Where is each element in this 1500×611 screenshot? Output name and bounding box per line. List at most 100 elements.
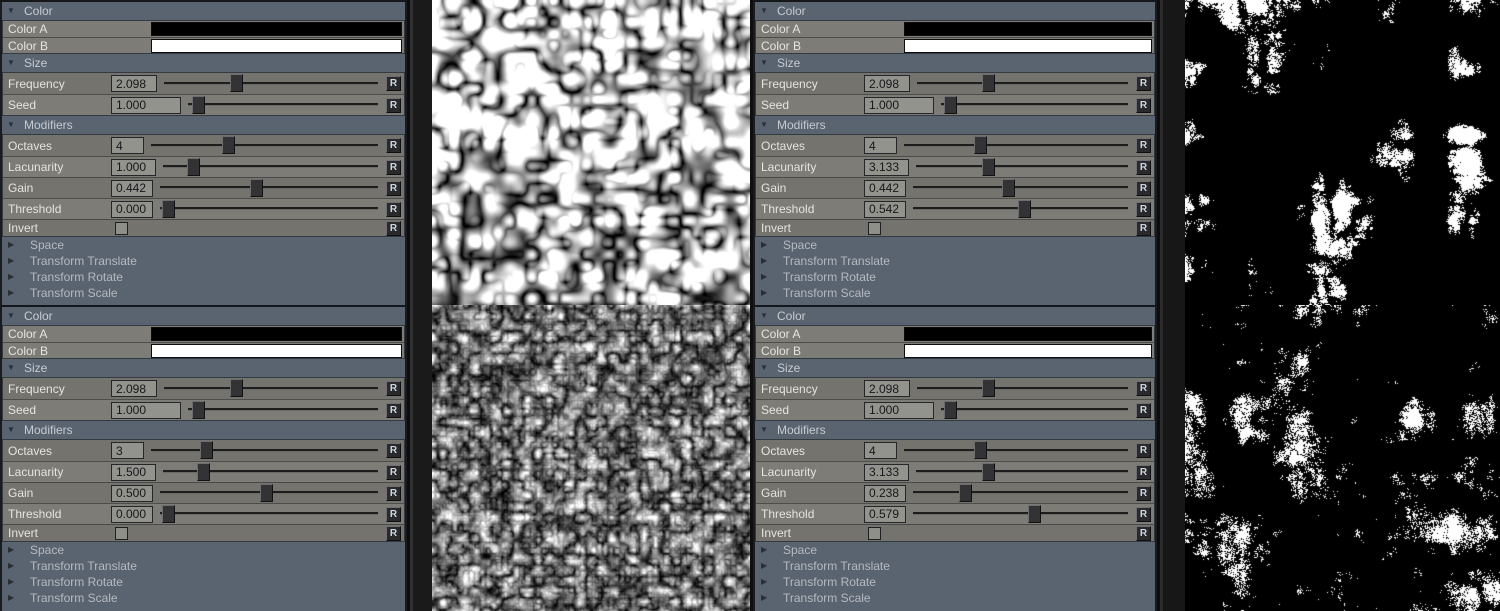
slider-thumb[interactable]: [1018, 200, 1031, 218]
reset-button[interactable]: R: [1136, 181, 1151, 196]
param-value-input[interactable]: 4: [864, 442, 897, 459]
param-slider[interactable]: [163, 157, 378, 177]
reset-button[interactable]: R: [1136, 381, 1151, 396]
slider-thumb[interactable]: [974, 136, 987, 154]
color-swatch[interactable]: [151, 39, 402, 53]
section-header-modifiers[interactable]: ▼Modifiers: [755, 116, 1155, 134]
column-splitter[interactable]: [1157, 0, 1185, 611]
section-header-color[interactable]: ▼Color: [2, 2, 405, 20]
section-header-size[interactable]: ▼Size: [755, 54, 1155, 72]
reset-button[interactable]: R: [386, 526, 401, 541]
param-value-input[interactable]: 3.133: [864, 464, 909, 481]
param-slider[interactable]: [164, 378, 378, 399]
reset-button[interactable]: R: [1136, 465, 1151, 480]
param-value-input[interactable]: 0.238: [864, 485, 906, 502]
param-slider[interactable]: [188, 95, 378, 115]
collapsed-section-transform-scale[interactable]: ▶Transform Scale: [2, 590, 405, 606]
param-value-input[interactable]: 1.000: [111, 402, 181, 419]
reset-button[interactable]: R: [386, 138, 401, 153]
reset-button[interactable]: R: [386, 403, 401, 418]
column-splitter[interactable]: [407, 0, 432, 611]
param-slider[interactable]: [917, 73, 1128, 94]
slider-thumb[interactable]: [187, 158, 200, 176]
reset-button[interactable]: R: [1136, 160, 1151, 175]
slider-thumb[interactable]: [982, 379, 995, 397]
param-value-input[interactable]: 0.442: [864, 180, 906, 197]
slider-thumb[interactable]: [944, 401, 957, 419]
param-slider[interactable]: [904, 135, 1128, 156]
collapsed-section-transform-rotate[interactable]: ▶Transform Rotate: [2, 574, 405, 590]
color-swatch[interactable]: [151, 327, 402, 341]
slider-thumb[interactable]: [197, 463, 210, 481]
slider-thumb[interactable]: [162, 200, 175, 218]
slider-thumb[interactable]: [982, 158, 995, 176]
param-slider[interactable]: [164, 73, 378, 94]
param-slider[interactable]: [160, 483, 378, 503]
param-slider[interactable]: [188, 400, 378, 420]
reset-button[interactable]: R: [1136, 486, 1151, 501]
slider-thumb[interactable]: [974, 441, 987, 459]
param-slider[interactable]: [151, 135, 378, 156]
param-value-input[interactable]: 0.542: [864, 201, 906, 218]
param-value-input[interactable]: 1.000: [111, 97, 181, 114]
section-header-modifiers[interactable]: ▼Modifiers: [755, 421, 1155, 439]
color-swatch[interactable]: [904, 22, 1152, 36]
section-header-color[interactable]: ▼Color: [755, 307, 1155, 325]
reset-button[interactable]: R: [386, 221, 401, 236]
reset-button[interactable]: R: [386, 443, 401, 458]
param-slider[interactable]: [916, 462, 1128, 482]
reset-button[interactable]: R: [386, 160, 401, 175]
collapsed-section-transform-rotate[interactable]: ▶Transform Rotate: [755, 269, 1155, 285]
slider-thumb[interactable]: [260, 484, 273, 502]
section-header-size[interactable]: ▼Size: [2, 54, 405, 72]
param-slider[interactable]: [913, 504, 1128, 524]
slider-thumb[interactable]: [944, 96, 957, 114]
param-value-input[interactable]: 4: [864, 137, 897, 154]
slider-thumb[interactable]: [230, 379, 243, 397]
param-slider[interactable]: [941, 95, 1128, 115]
invert-checkbox[interactable]: [115, 527, 128, 540]
color-swatch[interactable]: [151, 22, 402, 36]
param-slider[interactable]: [904, 440, 1128, 461]
param-slider[interactable]: [913, 178, 1128, 198]
param-slider[interactable]: [160, 199, 378, 219]
param-slider[interactable]: [163, 462, 378, 482]
param-value-input[interactable]: 4: [111, 137, 144, 154]
reset-button[interactable]: R: [386, 465, 401, 480]
collapsed-section-transform-translate[interactable]: ▶Transform Translate: [2, 253, 405, 269]
param-slider[interactable]: [913, 199, 1128, 219]
reset-button[interactable]: R: [386, 486, 401, 501]
param-value-input[interactable]: 1.000: [864, 402, 934, 419]
param-slider[interactable]: [941, 400, 1128, 420]
slider-thumb[interactable]: [1002, 179, 1015, 197]
collapsed-section-transform-translate[interactable]: ▶Transform Translate: [755, 558, 1155, 574]
reset-button[interactable]: R: [1136, 202, 1151, 217]
param-value-input[interactable]: 0.500: [111, 485, 153, 502]
param-value-input[interactable]: 2.098: [111, 380, 157, 397]
invert-checkbox[interactable]: [115, 222, 128, 235]
invert-checkbox[interactable]: [868, 222, 881, 235]
slider-thumb[interactable]: [222, 136, 235, 154]
section-header-color[interactable]: ▼Color: [2, 307, 405, 325]
collapsed-section-transform-translate[interactable]: ▶Transform Translate: [755, 253, 1155, 269]
collapsed-section-space[interactable]: ▶Space: [2, 237, 405, 253]
reset-button[interactable]: R: [386, 507, 401, 522]
param-value-input[interactable]: 1.000: [111, 159, 156, 176]
slider-thumb[interactable]: [192, 401, 205, 419]
param-value-input[interactable]: 2.098: [864, 75, 910, 92]
color-swatch[interactable]: [904, 327, 1152, 341]
param-value-input[interactable]: 2.098: [111, 75, 157, 92]
reset-button[interactable]: R: [1136, 526, 1151, 541]
slider-thumb[interactable]: [230, 74, 243, 92]
param-value-input[interactable]: 0.000: [111, 201, 153, 218]
param-slider[interactable]: [917, 378, 1128, 399]
slider-thumb[interactable]: [982, 463, 995, 481]
reset-button[interactable]: R: [386, 98, 401, 113]
param-slider[interactable]: [160, 504, 378, 524]
collapsed-section-transform-scale[interactable]: ▶Transform Scale: [755, 590, 1155, 606]
reset-button[interactable]: R: [386, 381, 401, 396]
collapsed-section-space[interactable]: ▶Space: [755, 237, 1155, 253]
param-slider[interactable]: [916, 157, 1128, 177]
reset-button[interactable]: R: [1136, 403, 1151, 418]
slider-thumb[interactable]: [959, 484, 972, 502]
